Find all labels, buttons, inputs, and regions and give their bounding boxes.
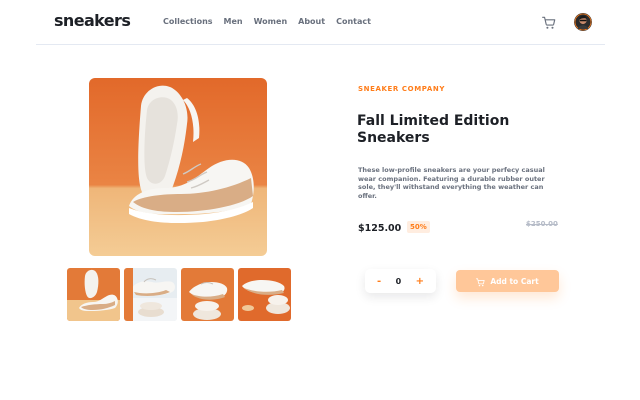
- cart-icon[interactable]: [542, 15, 556, 29]
- nav-about[interactable]: About: [298, 17, 325, 26]
- nav-men[interactable]: Men: [224, 17, 243, 26]
- thumbnail-strip: [67, 268, 291, 321]
- nav-women[interactable]: Women: [254, 17, 288, 26]
- cart-button-icon: [476, 272, 485, 291]
- add-to-cart-label: Add to Cart: [490, 276, 539, 286]
- quantity-value: 0: [395, 276, 402, 286]
- original-price: $250.00: [526, 220, 558, 228]
- avatar[interactable]: [574, 13, 592, 31]
- add-to-cart-button[interactable]: Add to Cart: [456, 270, 559, 292]
- increment-button[interactable]: +: [416, 276, 424, 287]
- thumbnail-2[interactable]: [124, 268, 177, 321]
- quantity-stepper: - 0 +: [365, 269, 436, 293]
- current-price: $125.00: [358, 223, 402, 234]
- logo[interactable]: sneakers: [54, 11, 131, 30]
- nav-collections[interactable]: Collections: [163, 17, 213, 26]
- product-title: Fall Limited Edition Sneakers: [357, 113, 510, 146]
- nav-contact[interactable]: Contact: [336, 17, 371, 26]
- main-nav: Collections Men Women About Contact: [163, 17, 371, 26]
- thumbnail-4[interactable]: [238, 268, 291, 321]
- discount-badge: 50%: [407, 221, 430, 233]
- site-header: sneakers Collections Men Women About Con…: [36, 0, 605, 45]
- thumbnail-3[interactable]: [181, 268, 234, 321]
- company-name: SNEAKER COMPANY: [358, 85, 446, 93]
- product-main-image[interactable]: [89, 78, 267, 256]
- thumbnail-1[interactable]: [67, 268, 120, 321]
- decrement-button[interactable]: -: [377, 276, 381, 287]
- product-description: These low-profile sneakers are your perf…: [358, 166, 545, 200]
